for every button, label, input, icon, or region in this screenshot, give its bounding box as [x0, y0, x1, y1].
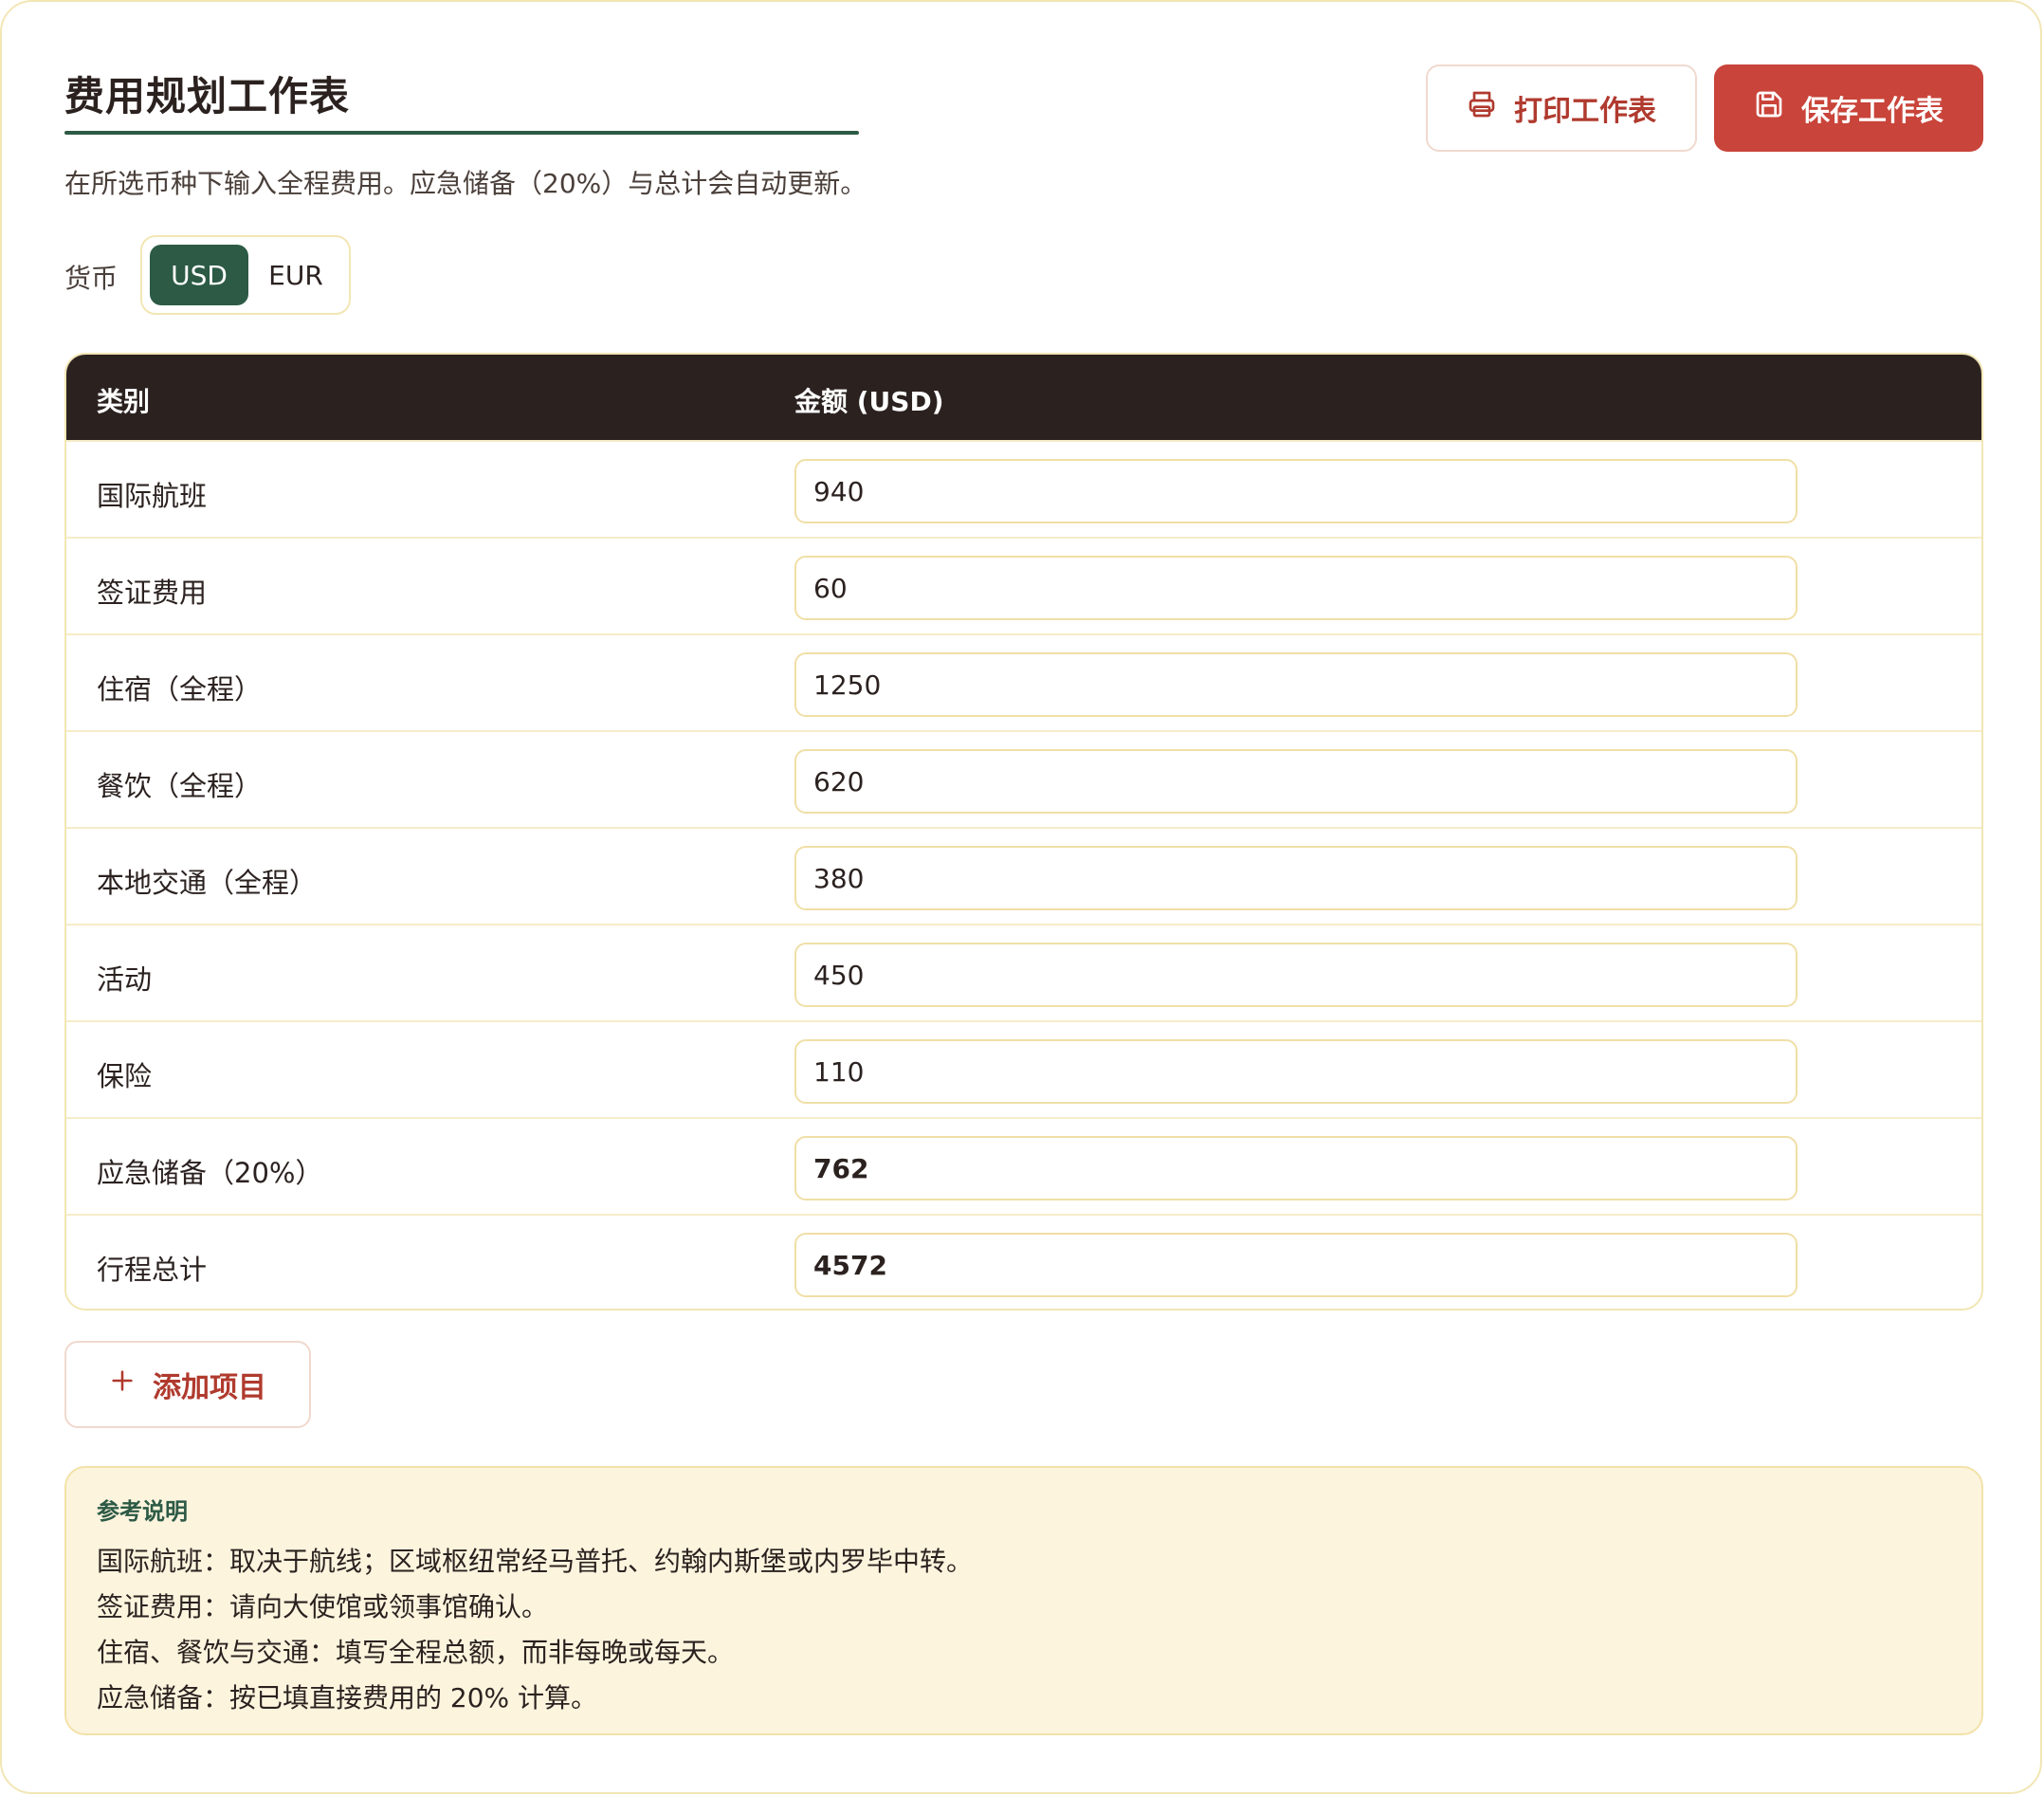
add-item-label: 添加项目 — [153, 1371, 266, 1404]
notes-title: 参考说明 — [97, 1498, 188, 1525]
table-row: 本地交通（全程） 380 — [66, 827, 1981, 924]
row-label: 活动 — [97, 963, 153, 996]
worksheet-card: 费用规划工作表 在所选币种下输入全程费用。应急储备（20%）与总计会自动更新。 … — [0, 0, 2042, 1794]
table-row-contingency: 应急储备（20%） 762 — [66, 1117, 1981, 1214]
table-row: 住宿（全程） 1250 — [66, 633, 1981, 730]
row-label: 应急储备（20%） — [97, 1157, 323, 1189]
floppy-disk-icon — [1754, 89, 1784, 127]
currency-option-usd[interactable]: USD — [150, 245, 248, 305]
column-header-amount: 金额 (USD) — [794, 386, 944, 417]
table-row-total: 行程总计 4572 — [66, 1214, 1981, 1309]
save-button[interactable]: 保存工作表 — [1714, 64, 1983, 152]
table-row: 活动 450 — [66, 924, 1981, 1020]
printer-icon — [1467, 89, 1497, 127]
note-line: 应急储备：按已填直接费用的 20% 计算。 — [97, 1682, 598, 1714]
column-header-category: 类别 — [97, 386, 151, 417]
table-row: 国际航班 940 — [66, 440, 1981, 537]
note-line: 签证费用：请向大使馆或领事馆确认。 — [97, 1591, 549, 1622]
table-header: 类别 金额 (USD) — [66, 355, 1981, 440]
row-label: 国际航班 — [97, 480, 208, 512]
table-row: 保险 110 — [66, 1020, 1981, 1117]
row-label: 保险 — [97, 1060, 153, 1092]
table-row: 签证费用 60 — [66, 537, 1981, 633]
amount-input[interactable]: 620 — [794, 749, 1798, 814]
page-subtitle: 在所选币种下输入全程费用。应急储备（20%）与总计会自动更新。 — [64, 168, 867, 199]
currency-toggle: USD EUR — [140, 235, 351, 315]
save-button-label: 保存工作表 — [1801, 95, 1944, 128]
amount-input[interactable]: 940 — [794, 459, 1798, 523]
reference-notes: 参考说明 国际航班：取决于航线；区域枢纽常经马普托、约翰内斯堡或内罗毕中转。 签… — [64, 1466, 1983, 1735]
amount-input[interactable]: 380 — [794, 846, 1798, 910]
page-title: 费用规划工作表 — [64, 73, 351, 119]
row-label: 餐饮（全程） — [97, 770, 263, 802]
row-label: 住宿（全程） — [97, 673, 263, 706]
note-line: 住宿、餐饮与交通：填写全程总额，而非每晚或每天。 — [97, 1637, 735, 1668]
title-underline — [64, 131, 859, 135]
row-label: 签证费用 — [97, 577, 208, 609]
row-label: 行程总计 — [97, 1254, 208, 1286]
expense-table: 类别 金额 (USD) 国际航班 940 签证费用 60 住宿（全程） 1250… — [64, 353, 1983, 1310]
currency-label: 货币 — [64, 263, 119, 294]
total-output: 4572 — [794, 1233, 1798, 1297]
amount-input[interactable]: 450 — [794, 943, 1798, 1007]
table-row: 餐饮（全程） 620 — [66, 730, 1981, 827]
currency-option-eur[interactable]: EUR — [252, 245, 339, 305]
print-button[interactable]: 打印工作表 — [1426, 64, 1697, 152]
plus-icon — [109, 1367, 136, 1402]
add-item-button[interactable]: 添加项目 — [64, 1341, 311, 1428]
print-button-label: 打印工作表 — [1514, 95, 1656, 128]
amount-input[interactable]: 110 — [794, 1039, 1798, 1104]
amount-input[interactable]: 1250 — [794, 652, 1798, 717]
contingency-output: 762 — [794, 1136, 1798, 1200]
amount-input[interactable]: 60 — [794, 556, 1798, 620]
note-line: 国际航班：取决于航线；区域枢纽常经马普托、约翰内斯堡或内罗毕中转。 — [97, 1546, 974, 1577]
row-label: 本地交通（全程） — [97, 867, 318, 899]
